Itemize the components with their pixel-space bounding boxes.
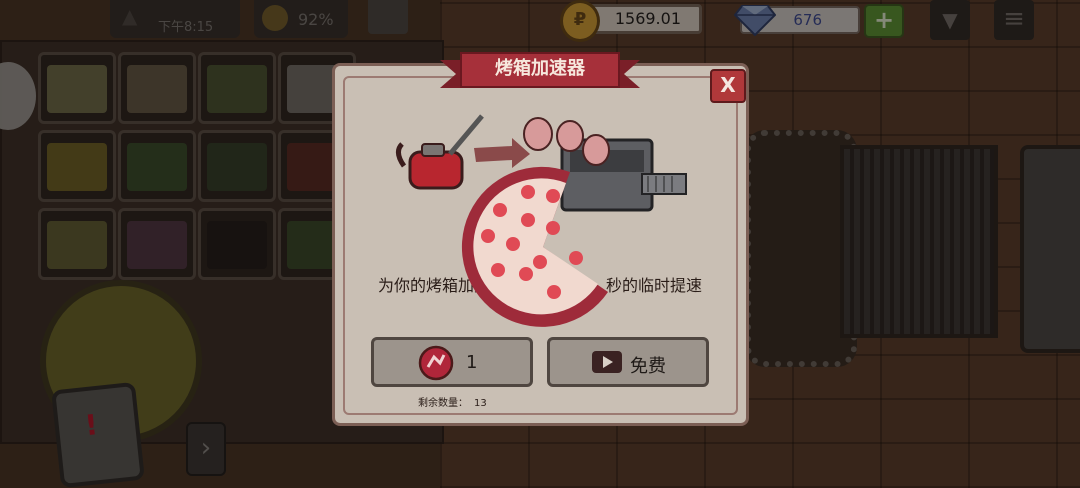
- ribbon-tail-right: [618, 60, 640, 88]
- remaining-value: 13: [474, 398, 487, 409]
- pizza-icon: [461, 166, 608, 327]
- dialog-title: 烤箱加速器: [460, 52, 620, 88]
- dialog-title-ribbon: 烤箱加速器: [440, 52, 640, 88]
- use-booster-button[interactable]: 1: [371, 337, 533, 387]
- close-icon: X: [720, 73, 736, 97]
- video-icon: [592, 351, 622, 373]
- close-button[interactable]: X: [710, 69, 746, 103]
- free-label: 免费: [630, 356, 666, 377]
- booster-count: 1: [466, 352, 478, 373]
- remaining-label: 剩余数量：: [418, 398, 468, 409]
- watch-video-button[interactable]: 免费: [547, 337, 709, 387]
- remaining-count: 剩余数量： 13: [418, 394, 487, 409]
- booster-icon: [418, 345, 454, 381]
- ribbon-tail-left: [440, 60, 462, 88]
